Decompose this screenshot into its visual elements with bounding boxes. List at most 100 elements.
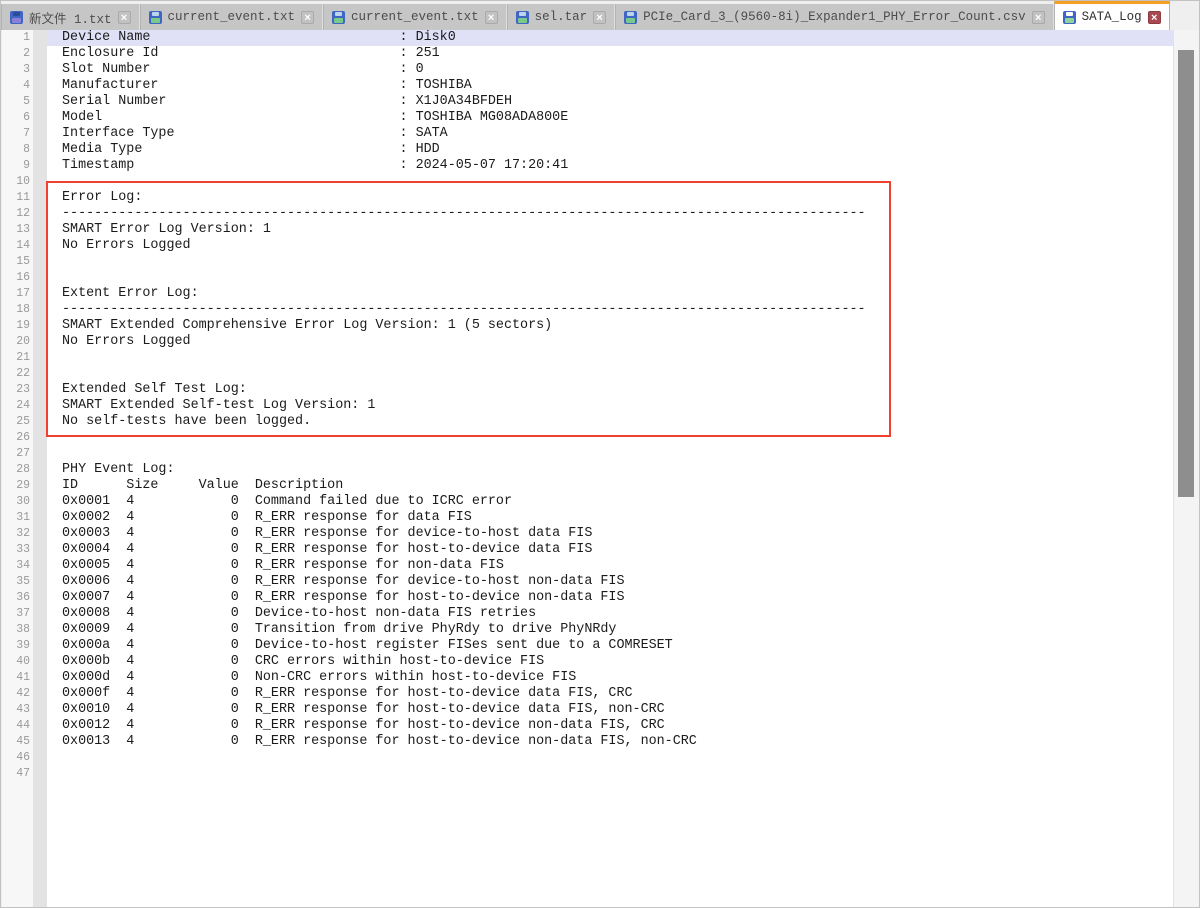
text-line: 0x0004 4 0 R_ERR response for host-to-de…	[47, 542, 1173, 558]
text-line: ----------------------------------------…	[47, 302, 1173, 318]
line-number: 37	[2, 606, 34, 622]
tab-bar: 新文件 1.txt×current_event.txt×current_even…	[1, 1, 1199, 30]
text-line: 0x000f 4 0 R_ERR response for host-to-de…	[47, 686, 1173, 702]
line-number: 12	[2, 206, 34, 222]
line-number: 13	[2, 222, 34, 238]
text-line	[47, 366, 1173, 382]
text-line: No self-tests have been logged.	[47, 414, 1173, 430]
line-number: 5	[2, 94, 34, 110]
text-line: Error Log:	[47, 190, 1173, 206]
text-line: 0x0005 4 0 R_ERR response for non-data F…	[47, 558, 1173, 574]
floppy-icon	[332, 11, 345, 24]
tab-3[interactable]: current_event.txt×	[323, 4, 507, 30]
line-number: 2	[2, 46, 34, 62]
line-number: 19	[2, 318, 34, 334]
text-line	[47, 350, 1173, 366]
text-line: SMART Error Log Version: 1	[47, 222, 1173, 238]
line-number: 8	[2, 142, 34, 158]
line-number: 31	[2, 510, 34, 526]
close-icon[interactable]: ×	[301, 11, 314, 24]
line-number: 30	[2, 494, 34, 510]
text-line: ID Size Value Description	[47, 478, 1173, 494]
close-icon[interactable]: ×	[1032, 11, 1045, 24]
text-line	[47, 270, 1173, 286]
floppy-icon	[10, 11, 23, 24]
line-number: 22	[2, 366, 34, 382]
line-number: 36	[2, 590, 34, 606]
fold-margin	[33, 30, 47, 907]
line-number: 42	[2, 686, 34, 702]
line-number: 27	[2, 446, 34, 462]
line-number: 34	[2, 558, 34, 574]
line-number: 32	[2, 526, 34, 542]
text-line: Media Type : HDD	[47, 142, 1173, 158]
text-line: 0x0010 4 0 R_ERR response for host-to-de…	[47, 702, 1173, 718]
text-line: 0x0007 4 0 R_ERR response for host-to-de…	[47, 590, 1173, 606]
close-icon[interactable]: ×	[485, 11, 498, 24]
text-line: 0x000b 4 0 CRC errors within host-to-dev…	[47, 654, 1173, 670]
line-number: 38	[2, 622, 34, 638]
line-number-gutter: 1234567891011121314151617181920212223242…	[1, 30, 34, 907]
vertical-scrollbar[interactable]	[1173, 30, 1199, 907]
text-line: 0x0012 4 0 R_ERR response for host-to-de…	[47, 718, 1173, 734]
tab-4[interactable]: sel.tar ×	[507, 4, 616, 30]
text-line: Extended Self Test Log:	[47, 382, 1173, 398]
text-line: 0x000a 4 0 Device-to-host register FISes…	[47, 638, 1173, 654]
line-number: 35	[2, 574, 34, 590]
tab-label: SATA_Log	[1082, 10, 1142, 24]
text-line: 0x0002 4 0 R_ERR response for data FIS	[47, 510, 1173, 526]
line-number: 33	[2, 542, 34, 558]
tab-2[interactable]: current_event.txt ×	[140, 4, 324, 30]
text-line: SMART Extended Comprehensive Error Log V…	[47, 318, 1173, 334]
line-number: 25	[2, 414, 34, 430]
line-number: 14	[2, 238, 34, 254]
line-number: 16	[2, 270, 34, 286]
text-line	[47, 430, 1173, 446]
tab-5[interactable]: PCIe_Card_3_(9560-8i)_Expander1_PHY_Erro…	[615, 4, 1054, 30]
text-area[interactable]: Device Name : Disk0Enclosure Id : 251Slo…	[47, 30, 1173, 907]
tab-label: sel.tar	[535, 10, 588, 24]
scrollbar-thumb[interactable]	[1178, 50, 1194, 497]
line-number: 9	[2, 158, 34, 174]
text-line: Manufacturer : TOSHIBA	[47, 78, 1173, 94]
line-number: 44	[2, 718, 34, 734]
text-line	[47, 174, 1173, 190]
editor-pane: 1234567891011121314151617181920212223242…	[1, 30, 1199, 907]
line-number: 4	[2, 78, 34, 94]
line-number: 43	[2, 702, 34, 718]
close-icon[interactable]: ×	[593, 11, 606, 24]
text-line: 0x0009 4 0 Transition from drive PhyRdy …	[47, 622, 1173, 638]
line-number: 10	[2, 174, 34, 190]
text-line: 0x0001 4 0 Command failed due to ICRC er…	[47, 494, 1173, 510]
text-line: Slot Number : 0	[47, 62, 1173, 78]
tab-1[interactable]: 新文件 1.txt ×	[1, 4, 140, 30]
text-line: 0x0013 4 0 R_ERR response for host-to-de…	[47, 734, 1173, 750]
close-icon[interactable]: ×	[118, 11, 131, 24]
tab-label: current_event.txt	[168, 10, 296, 24]
line-number: 1	[2, 30, 34, 46]
text-line: 0x0006 4 0 R_ERR response for device-to-…	[47, 574, 1173, 590]
editor-window: 新文件 1.txt×current_event.txt×current_even…	[0, 0, 1200, 908]
tab-6[interactable]: SATA_Log ×	[1054, 1, 1170, 30]
line-number: 7	[2, 126, 34, 142]
text-line: 0x0008 4 0 Device-to-host non-data FIS r…	[47, 606, 1173, 622]
line-number: 24	[2, 398, 34, 414]
floppy-icon	[1063, 11, 1076, 24]
line-number: 39	[2, 638, 34, 654]
text-line: ----------------------------------------…	[47, 206, 1173, 222]
line-number: 23	[2, 382, 34, 398]
close-icon[interactable]: ×	[1148, 11, 1161, 24]
text-line: Enclosure Id : 251	[47, 46, 1173, 62]
tab-label: 新文件 1.txt	[29, 8, 112, 27]
text-line	[47, 766, 1173, 782]
floppy-icon	[624, 11, 637, 24]
text-line	[47, 446, 1173, 462]
line-number: 47	[2, 766, 34, 782]
line-number: 3	[2, 62, 34, 78]
line-number: 40	[2, 654, 34, 670]
line-number: 18	[2, 302, 34, 318]
line-number: 17	[2, 286, 34, 302]
line-number: 45	[2, 734, 34, 750]
text-line	[47, 254, 1173, 270]
text-line: Timestamp : 2024-05-07 17:20:41	[47, 158, 1173, 174]
